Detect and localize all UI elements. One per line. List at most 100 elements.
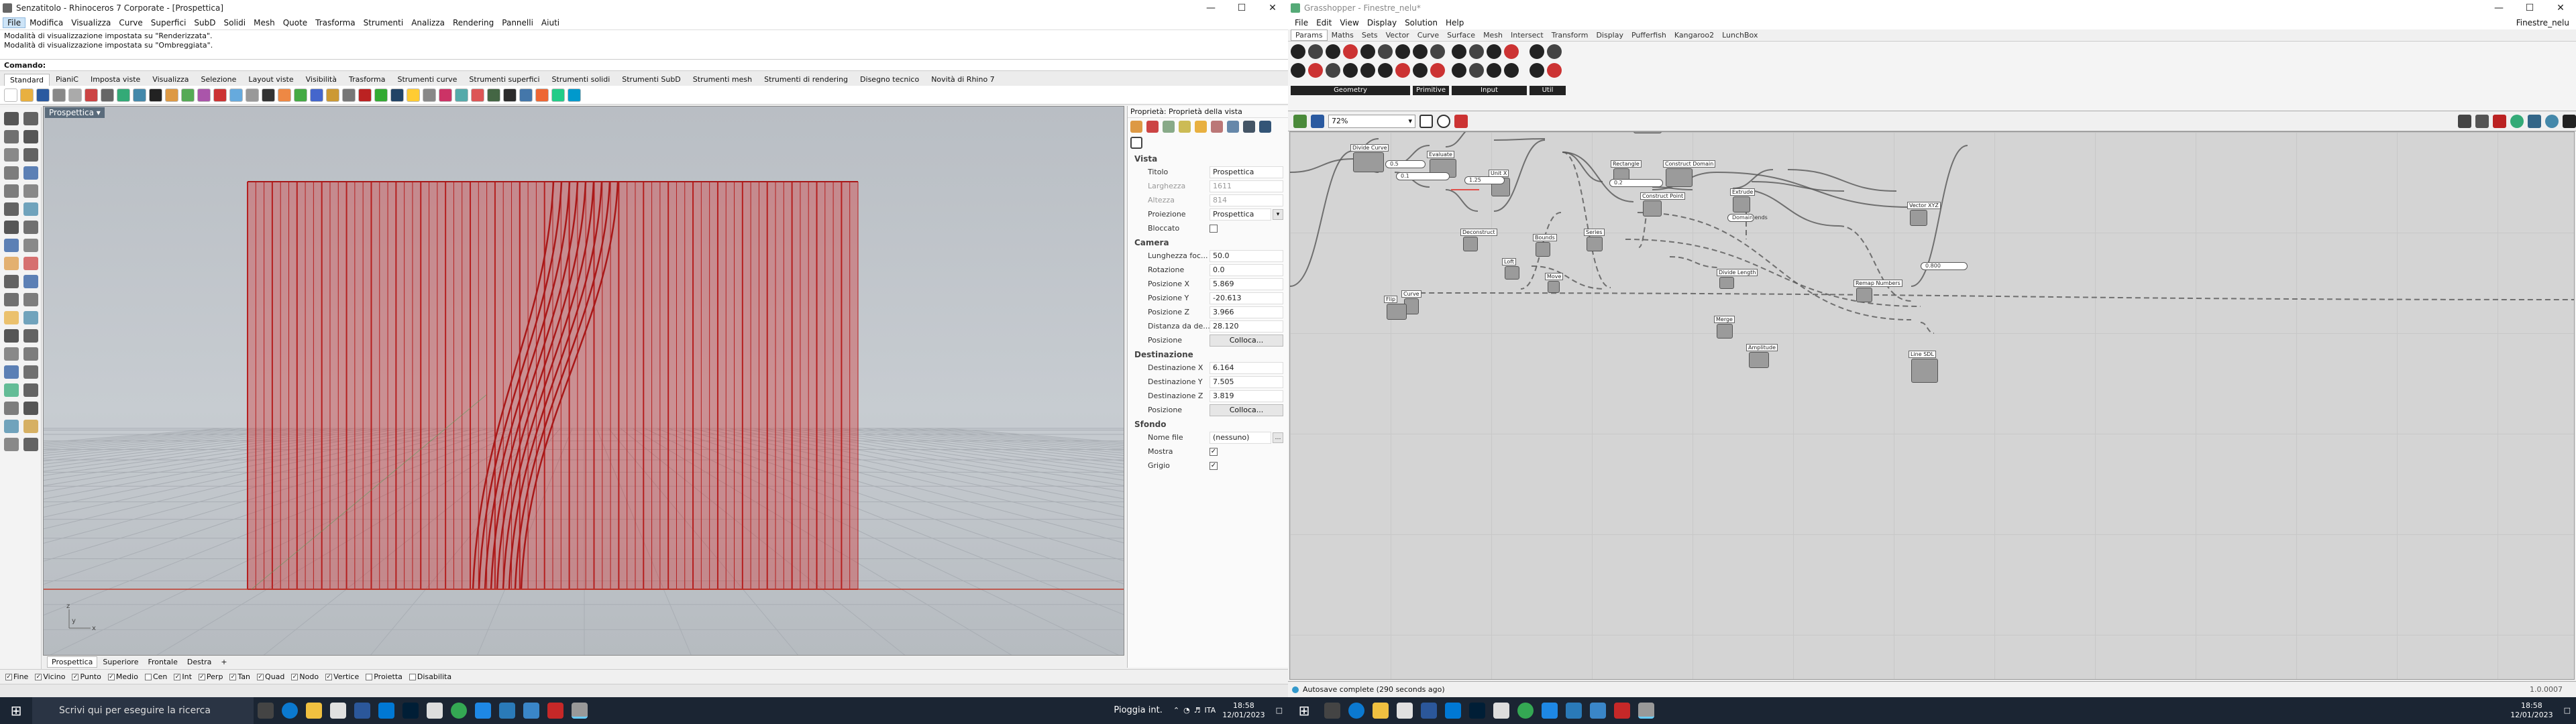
- component-icon[interactable]: [1378, 63, 1393, 78]
- prop-value[interactable]: 7.505: [1210, 375, 1283, 388]
- left-tool-icon[interactable]: [4, 148, 19, 162]
- toolbar-tool-icon[interactable]: [229, 88, 243, 102]
- gh-tab-display[interactable]: Display: [1592, 30, 1627, 40]
- left-tool-icon[interactable]: [23, 329, 38, 343]
- prop-value[interactable]: (nessuno): [1210, 431, 1271, 444]
- toolbar-tool-icon[interactable]: [374, 88, 388, 102]
- prop-value[interactable]: -20.613: [1210, 292, 1283, 304]
- menu-visualizza[interactable]: Visualizza: [67, 18, 115, 27]
- windows-start-icon[interactable]: ⊞: [1288, 703, 1320, 719]
- toolbar-tool-icon[interactable]: [36, 88, 50, 102]
- tab-imposta-viste[interactable]: Imposta viste: [85, 73, 146, 86]
- zoom-select[interactable]: 72% ▾: [1328, 114, 1415, 128]
- gh-doc-name[interactable]: Finestre_nelu: [2512, 18, 2576, 27]
- osnap-checkbox[interactable]: [409, 674, 416, 680]
- left-tool-icon[interactable]: [23, 184, 38, 198]
- rhino-taskbar-icon[interactable]: [1493, 703, 1509, 719]
- taskbar-search[interactable]: Scrivi qui per eseguire la ricerca: [32, 697, 254, 724]
- component-icon[interactable]: [1308, 63, 1323, 78]
- component-icon[interactable]: [1395, 44, 1410, 59]
- prop-value[interactable]: 5.869: [1210, 278, 1283, 290]
- mostra-checkbox[interactable]: ✓: [1210, 447, 1218, 456]
- toolbar-tool-icon[interactable]: [197, 88, 211, 102]
- gh-menu-view[interactable]: View: [1336, 18, 1362, 27]
- photos-icon[interactable]: [1590, 703, 1606, 719]
- task-view-icon[interactable]: [258, 703, 274, 719]
- toolbar-tool-icon[interactable]: [52, 88, 66, 102]
- component-icon[interactable]: [1504, 63, 1519, 78]
- gh-tab-params[interactable]: Params: [1291, 29, 1328, 41]
- toolbar-tool-icon[interactable]: [4, 88, 17, 102]
- gh-component[interactable]: [1666, 168, 1693, 187]
- gh-menu-file[interactable]: File: [1291, 18, 1312, 27]
- vtab-frontale[interactable]: Frontale: [144, 657, 181, 667]
- toolbar-tool-icon[interactable]: [455, 88, 468, 102]
- gh-tab-lunchbox[interactable]: LunchBox: [1718, 30, 1762, 40]
- material-icon[interactable]: [1146, 121, 1159, 133]
- word-icon[interactable]: [354, 703, 370, 719]
- toolbar-tool-icon[interactable]: [133, 88, 146, 102]
- gh-canvas[interactable]: Graph MapperDivide CurveEvaluateConstruc…: [1289, 131, 2575, 680]
- component-icon[interactable]: [1291, 44, 1305, 59]
- preview-shaded-icon[interactable]: [2475, 114, 2489, 128]
- prop-value[interactable]: 3.966: [1210, 306, 1283, 318]
- vtab-superiore[interactable]: Superiore: [99, 657, 142, 667]
- component-icon[interactable]: [1360, 63, 1375, 78]
- rhino7-taskbar-icon[interactable]: [572, 703, 588, 719]
- gh-menu-solution[interactable]: Solution: [1401, 18, 1442, 27]
- osnap-checkbox[interactable]: ✓: [5, 674, 12, 680]
- chrome-icon[interactable]: [451, 703, 467, 719]
- ribbon-group-input[interactable]: Input: [1452, 86, 1527, 95]
- tab-disegno-tecnico[interactable]: Disegno tecnico: [854, 73, 925, 86]
- menu-mesh[interactable]: Mesh: [250, 18, 279, 27]
- toolbar-tool-icon[interactable]: [535, 88, 549, 102]
- gh-component[interactable]: [1463, 237, 1478, 251]
- gh-tab-transform[interactable]: Transform: [1548, 30, 1593, 40]
- gh-menu-help[interactable]: Help: [1442, 18, 1468, 27]
- component-icon[interactable]: [1378, 44, 1393, 59]
- vtab-add-button[interactable]: +: [217, 657, 231, 667]
- tab-visibilita[interactable]: Visibilità: [300, 73, 343, 86]
- windows-start-icon[interactable]: ⊞: [0, 703, 32, 719]
- browse-icon[interactable]: …: [1273, 432, 1283, 443]
- toolbar-tool-icon[interactable]: [294, 88, 307, 102]
- menu-pannelli[interactable]: Pannelli: [498, 18, 537, 27]
- osnap-item[interactable]: ✓ Tan: [229, 672, 250, 681]
- osnap-item[interactable]: ✓ Medio: [107, 672, 138, 681]
- component-icon[interactable]: [1430, 63, 1445, 78]
- component-icon[interactable]: [1469, 63, 1484, 78]
- gh-tab-curve[interactable]: Curve: [1413, 30, 1443, 40]
- gh-component[interactable]: [1536, 242, 1550, 257]
- left-tool-icon[interactable]: [23, 293, 38, 306]
- left-tool-icon[interactable]: [23, 112, 38, 125]
- component-icon[interactable]: [1487, 63, 1501, 78]
- toolbar-tool-icon[interactable]: [262, 88, 275, 102]
- menu-rendering[interactable]: Rendering: [449, 18, 498, 27]
- photoshop-icon[interactable]: [1469, 703, 1485, 719]
- gh-tab-sets[interactable]: Sets: [1358, 30, 1382, 40]
- explorer-icon[interactable]: [306, 703, 322, 719]
- outlook-icon[interactable]: [499, 703, 515, 719]
- left-tool-icon[interactable]: [4, 112, 19, 125]
- tab-strumenti-rendering[interactable]: Strumenti di rendering: [758, 73, 854, 86]
- tab-strumenti-superfici[interactable]: Strumenti superfici: [463, 73, 545, 86]
- open-file-icon[interactable]: [1293, 114, 1307, 128]
- library-icon[interactable]: [1211, 121, 1223, 133]
- left-tool-icon[interactable]: [23, 166, 38, 180]
- gh-component[interactable]: [1910, 210, 1927, 226]
- ribbon-group-primitive[interactable]: Primitive: [1413, 86, 1449, 95]
- osnap-item[interactable]: Proietta: [366, 672, 402, 681]
- prop-value[interactable]: 28.120: [1210, 320, 1283, 333]
- toolbar-tool-icon[interactable]: [310, 88, 323, 102]
- left-tool-icon[interactable]: [4, 365, 19, 379]
- left-tool-icon[interactable]: [4, 438, 19, 451]
- component-icon[interactable]: [1469, 44, 1484, 59]
- gh-component[interactable]: [1548, 281, 1560, 293]
- clock-right[interactable]: 18:58 12/01/2023: [2510, 701, 2553, 720]
- mail-icon[interactable]: [378, 703, 394, 719]
- prop-value[interactable]: 3.819: [1210, 389, 1283, 402]
- toolbar-tool-icon[interactable]: [423, 88, 436, 102]
- tab-strumenti-solidi[interactable]: Strumenti solidi: [546, 73, 616, 86]
- left-tool-icon[interactable]: [4, 293, 19, 306]
- toolbar-tool-icon[interactable]: [519, 88, 533, 102]
